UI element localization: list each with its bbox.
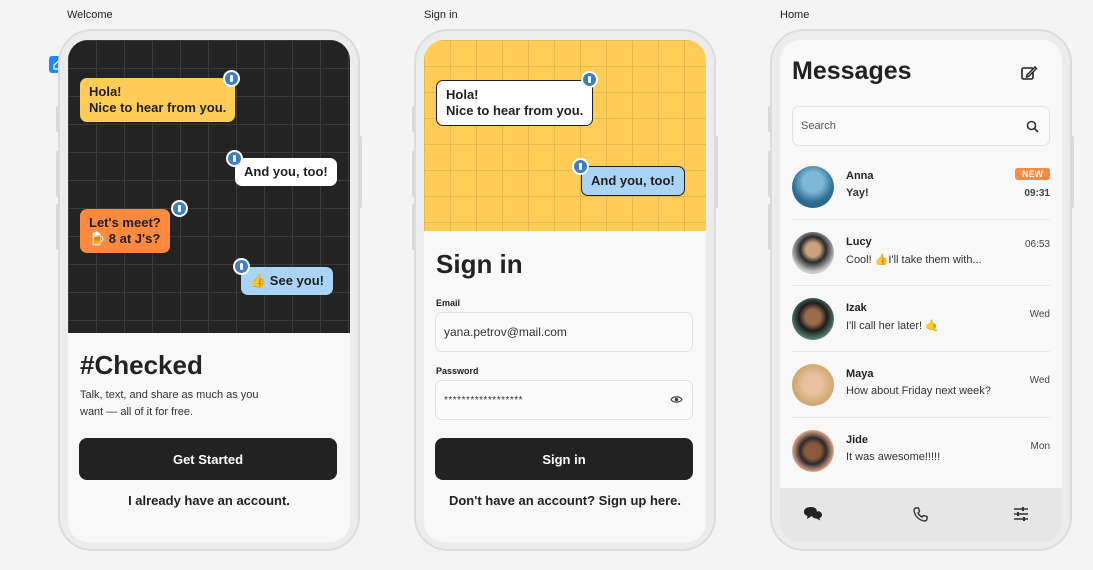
eye-icon[interactable] [670,394,683,408]
avatar [792,364,834,406]
pin-icon [171,200,188,217]
message-preview: Yay! [846,187,869,199]
message-name: Lucy [846,236,872,248]
message-row-lucy[interactable]: Lucy Cool! 👍I'll take them with... 06:53 [792,220,1050,286]
chat-bubble: And you, too! [581,166,685,196]
welcome-hero: Hola! Nice to hear from you. And you, to… [68,40,350,333]
have-account-link[interactable]: I already have an account. [68,493,350,508]
message-preview: I'll call her later! 🤙 [846,320,939,332]
chat-bubble: And you, too! [235,158,337,186]
avatar [792,298,834,340]
message-time: Wed [1029,375,1050,386]
message-time: Wed [1029,309,1050,320]
message-row-maya[interactable]: Maya How about Friday next week? Wed [792,352,1050,418]
message-name: Anna [846,170,874,182]
signup-link[interactable]: Don't have an account? Sign up here. [424,493,706,508]
pin-icon [226,150,243,167]
tab-bar [780,488,1062,542]
chat-bubble: Hola! Nice to hear from you. [80,78,236,122]
password-field[interactable]: ****************** [435,380,693,420]
search-placeholder: Search [801,120,836,132]
message-row-anna[interactable]: Anna Yay! NEW 09:31 [792,154,1050,220]
phone-signin: Hola! Nice to hear from you. And you, to… [412,29,718,551]
chat-bubble: Hola! Nice to hear from you. [436,80,594,126]
frame-label-signin: Sign in [424,9,458,21]
chat-bubble: 👍 See you! [241,267,333,295]
signin-screen: Hola! Nice to hear from you. And you, to… [424,40,706,542]
get-started-button[interactable]: Get Started [79,438,337,480]
message-row-izak[interactable]: Izak I'll call her later! 🤙 Wed [792,286,1050,352]
sliders-icon[interactable] [1009,502,1033,526]
signin-title: Sign in [436,249,523,279]
phone-home: Messages Search Anna Yay! NEW 09:31 Lucy… [768,29,1074,551]
welcome-subtitle: Talk, text, and share as much as you wan… [80,389,259,418]
message-preview: Cool! 👍I'll take them with... [846,254,982,266]
message-time: Mon [1030,441,1050,452]
message-name: Jide [846,434,869,446]
message-row-jide[interactable]: Jide It was awesome!!!!! Mon [792,418,1050,484]
phone-icon[interactable] [908,502,932,526]
message-name: Maya [846,368,874,380]
message-time: 09:31 [1024,188,1050,199]
pin-icon [223,70,240,87]
messages-title: Messages [792,57,912,85]
search-icon[interactable] [1026,120,1039,136]
chat-bubble: Let's meet? 🍺 8 at J's? [80,209,170,253]
welcome-title: #Checked [80,350,203,380]
message-time: 06:53 [1024,239,1050,250]
pin-icon [233,258,250,275]
email-field[interactable]: yana.petrov@mail.com [435,312,693,352]
compose-icon[interactable] [1020,64,1038,87]
email-label: Email [436,298,461,308]
search-input[interactable]: Search [792,106,1050,146]
password-label: Password [436,366,479,376]
chat-icon[interactable] [801,502,825,526]
signin-hero: Hola! Nice to hear from you. And you, to… [424,40,706,231]
new-badge: NEW [1015,168,1050,180]
message-preview: It was awesome!!!!! [846,451,941,463]
message-preview: How about Friday next week? [846,385,991,397]
email-value: yana.petrov@mail.com [444,325,567,339]
phone-welcome: Hola! Nice to hear from you. And you, to… [56,29,362,551]
pin-icon [572,158,589,175]
welcome-screen: Hola! Nice to hear from you. And you, to… [68,40,350,542]
avatar [792,166,834,208]
frame-label-welcome: Welcome [67,9,113,21]
home-screen: Messages Search Anna Yay! NEW 09:31 Lucy… [780,40,1062,542]
avatar [792,232,834,274]
message-name: Izak [846,302,867,314]
pin-icon [581,71,598,88]
avatar [792,430,834,472]
signin-button[interactable]: Sign in [435,438,693,480]
password-value: ****************** [444,394,524,406]
frame-label-home: Home [780,9,810,21]
